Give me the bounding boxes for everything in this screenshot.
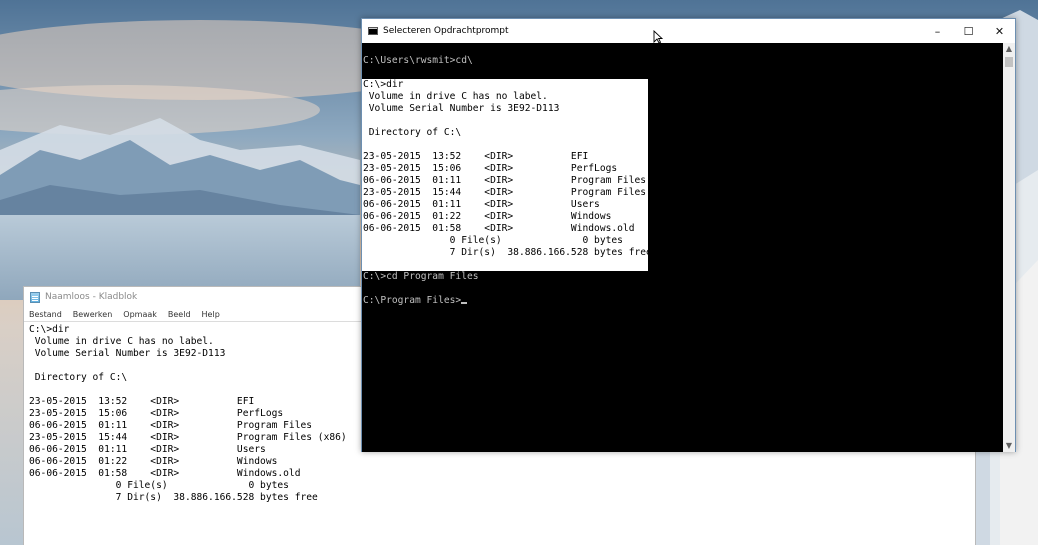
text-line <box>29 360 347 372</box>
text-line: 06-06-2015 01:22 <DIR> Windows <box>29 456 278 467</box>
text-line: 7 Dir(s) 38.886.166.528 bytes free <box>29 492 318 503</box>
console-text: C:\Users\rwsmit>cd\ C:\>dir Volume in dr… <box>363 55 681 307</box>
console-line: 0 File(s) 0 bytes <box>363 235 623 246</box>
scroll-down-button[interactable]: ▼ <box>1003 440 1015 452</box>
console-line: 23-05-2015 15:44 <DIR> Program Files (x8… <box>363 187 681 198</box>
notepad-icon <box>30 291 40 303</box>
console-prompt-line: C:\Program Files> <box>363 295 681 307</box>
text-line: C:\>dir <box>29 324 70 335</box>
console-line: 23-05-2015 13:52 <DIR> EFI <box>363 151 589 162</box>
cmd-titlebar[interactable]: Selecteren Opdrachtprompt – ☐ ✕ <box>362 19 1015 43</box>
minimize-icon: – <box>934 24 941 38</box>
notepad-title: Naamloos - Kladblok <box>45 292 138 302</box>
maximize-icon: ☐ <box>963 24 974 38</box>
text-line: 23-05-2015 13:52 <DIR> EFI <box>29 396 255 407</box>
chevron-up-icon: ▲ <box>1005 44 1013 53</box>
console-output-area[interactable]: C:\Users\rwsmit>cd\ C:\>dir Volume in dr… <box>362 43 1003 452</box>
command-prompt-window[interactable]: Selecteren Opdrachtprompt – ☐ ✕ C:\Users… <box>361 18 1016 452</box>
menu-help[interactable]: Help <box>197 310 226 319</box>
console-line: 06-06-2015 01:11 <DIR> Users <box>363 199 600 210</box>
menu-bewerken[interactable]: Bewerken <box>68 310 119 319</box>
console-line: Volume Serial Number is 3E92-D113 <box>363 103 560 114</box>
console-line: C:\>cd Program Files <box>363 271 479 282</box>
menu-bestand[interactable]: Bestand <box>24 310 68 319</box>
console-line: C:\>dir <box>363 79 404 90</box>
console-icon <box>368 27 378 35</box>
text-cursor <box>461 302 468 304</box>
text-line: 23-05-2015 15:06 <DIR> PerfLogs <box>29 408 284 419</box>
console-line: Directory of C:\ <box>363 127 462 138</box>
mouse-pointer-icon <box>653 30 663 44</box>
close-button[interactable]: ✕ <box>984 19 1015 43</box>
console-line: Volume in drive C has no label. <box>363 91 548 102</box>
text-line: Volume in drive C has no label. <box>29 336 214 347</box>
console-line: 06-06-2015 01:58 <DIR> Windows.old <box>363 223 635 234</box>
scrollbar-thumb[interactable] <box>1005 57 1013 67</box>
console-line: 06-06-2015 01:22 <DIR> Windows <box>363 211 612 222</box>
console-line: 23-05-2015 15:06 <DIR> PerfLogs <box>363 163 618 174</box>
text-line: 23-05-2015 15:44 <DIR> Program Files (x8… <box>29 432 347 443</box>
text-line: 06-06-2015 01:11 <DIR> Program Files <box>29 420 313 431</box>
console-line: 7 Dir(s) 38.886.166.528 bytes free <box>363 247 652 258</box>
notepad-text: C:\>dir Volume in drive C has no label. … <box>29 324 347 504</box>
maximize-button[interactable]: ☐ <box>953 19 984 43</box>
scroll-up-button[interactable]: ▲ <box>1003 43 1015 55</box>
menu-opmaak[interactable]: Opmaak <box>118 310 163 319</box>
text-line: 0 File(s) 0 bytes <box>29 480 289 491</box>
console-line: C:\Users\rwsmit>cd\ <box>363 55 473 66</box>
text-line <box>29 384 347 396</box>
cmd-title: Selecteren Opdrachtprompt <box>383 26 509 36</box>
console-prompt: C:\Program Files> <box>363 295 462 306</box>
text-line: 06-06-2015 01:11 <DIR> Users <box>29 444 266 455</box>
vertical-scrollbar[interactable]: ▲ ▼ <box>1003 43 1015 452</box>
text-line: 06-06-2015 01:58 <DIR> Windows.old <box>29 468 301 479</box>
console-line: 06-06-2015 01:11 <DIR> Program Files <box>363 175 647 186</box>
text-line: Directory of C:\ <box>29 372 128 383</box>
close-icon: ✕ <box>994 24 1005 38</box>
minimize-button[interactable]: – <box>922 19 953 43</box>
text-line: Volume Serial Number is 3E92-D113 <box>29 348 226 359</box>
menu-beeld[interactable]: Beeld <box>163 310 197 319</box>
chevron-down-icon: ▼ <box>1005 441 1013 450</box>
